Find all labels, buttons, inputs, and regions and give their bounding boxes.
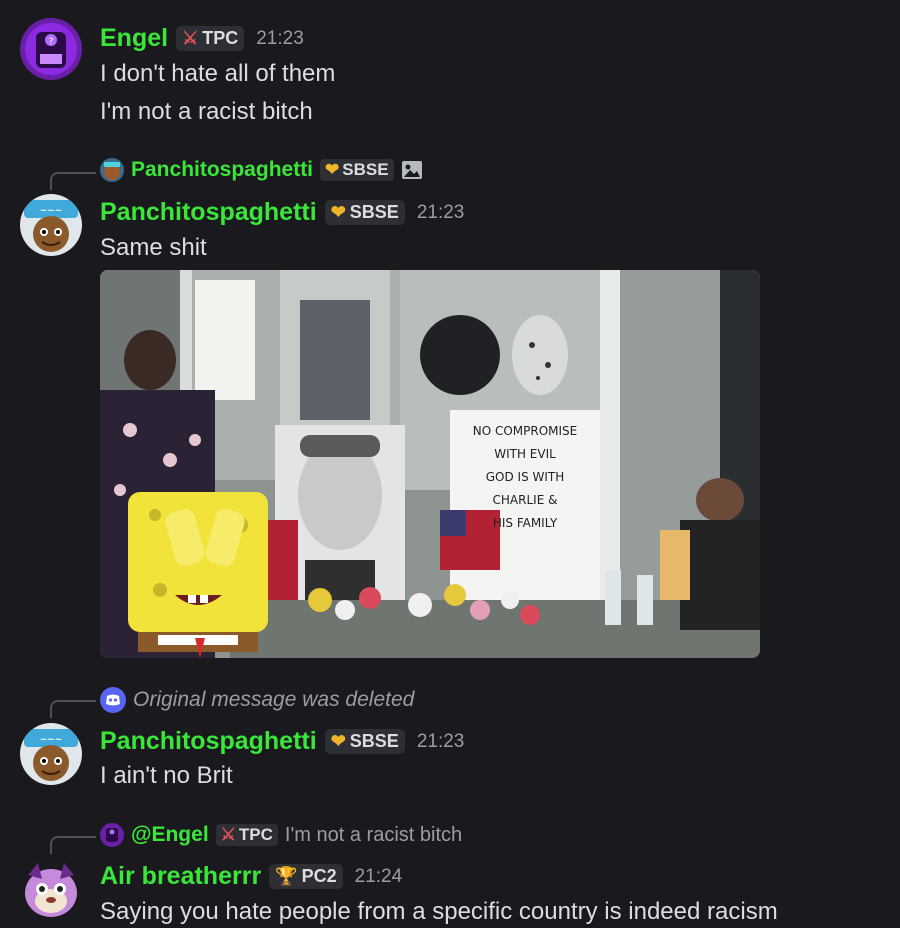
role-tag-label: TPC xyxy=(238,825,273,844)
role-tag-label: SBSE xyxy=(349,731,399,751)
message-header: Panchitospaghetti ❤ SBSE 21:23 xyxy=(100,198,464,227)
timestamp: 21:24 xyxy=(354,865,403,887)
role-tag[interactable]: ⚔ TPC xyxy=(176,26,245,51)
message-line: Saying you hate people from a specific c… xyxy=(100,898,778,925)
message-line: I'm not a racist bitch xyxy=(100,98,313,125)
reply-spine xyxy=(50,700,96,718)
heart-icon: ❤ xyxy=(325,160,340,179)
role-tag-label: SBSE xyxy=(342,160,389,179)
reply-username: Panchitospaghetti xyxy=(131,158,314,181)
heart-icon: ❤ xyxy=(330,202,346,222)
reply-spine xyxy=(50,836,96,854)
role-tag-label: TPC xyxy=(202,28,239,48)
role-tag-label: SBSE xyxy=(349,202,399,222)
sign-line: GOD IS WITH xyxy=(485,470,565,484)
avatar[interactable] xyxy=(20,857,82,919)
role-tag: ⚔ TPC xyxy=(215,824,278,846)
reply-preview[interactable]: Original message was deleted xyxy=(100,687,414,713)
timestamp: 21:23 xyxy=(256,27,304,49)
sword-icon: ⚔ xyxy=(220,825,236,844)
deleted-notice: Original message was deleted xyxy=(133,688,415,711)
role-tag-label: PC2 xyxy=(301,866,337,886)
discord-icon xyxy=(100,687,126,713)
role-tag[interactable]: 🏆 PC2 xyxy=(269,864,343,889)
avatar xyxy=(100,158,124,182)
timestamp: 21:23 xyxy=(416,730,465,752)
reply-preview[interactable]: Panchitospaghetti ❤ SBSE xyxy=(100,158,423,182)
sign-line: CHARLIE & xyxy=(492,493,558,507)
role-tag: ❤ SBSE xyxy=(320,159,394,181)
heart-icon: ❤ xyxy=(330,731,346,751)
reply-username: @Engel xyxy=(131,823,209,846)
reply-text: I'm not a racist bitch xyxy=(284,823,463,846)
avatar xyxy=(100,823,124,847)
message-line: I ain't no Brit xyxy=(100,762,233,789)
username[interactable]: Panchitospaghetti xyxy=(100,727,317,756)
sign-text: NO COMPROMISE WITH EVIL GOD IS WITH CHAR… xyxy=(455,420,595,535)
username[interactable]: Air breatherrr xyxy=(100,862,261,891)
avatar[interactable]: ~~~ xyxy=(20,194,82,256)
svg-text:?: ? xyxy=(49,37,54,47)
sign-line: HIS FAMILY xyxy=(492,516,558,530)
message-header: Air breatherrr 🏆 PC2 21:24 xyxy=(100,862,402,891)
image-icon xyxy=(401,160,423,180)
message-line: I don't hate all of them xyxy=(100,60,336,87)
sword-icon: ⚔ xyxy=(182,28,199,48)
reply-preview[interactable]: @Engel ⚔ TPC I'm not a racist bitch xyxy=(100,823,462,847)
trophy-icon: 🏆 xyxy=(275,866,298,886)
username[interactable]: Panchitospaghetti xyxy=(100,198,317,227)
sign-line: NO COMPROMISE xyxy=(472,424,578,438)
role-tag[interactable]: ❤ SBSE xyxy=(324,729,405,754)
attached-image[interactable]: NO COMPROMISE WITH EVIL GOD IS WITH CHAR… xyxy=(100,270,760,658)
message-header: Engel ⚔ TPC 21:23 xyxy=(100,24,304,53)
timestamp: 21:23 xyxy=(416,201,465,223)
svg-text:~~~: ~~~ xyxy=(40,206,63,216)
reply-spine xyxy=(50,172,96,190)
svg-text:~~~: ~~~ xyxy=(40,735,63,745)
message-header: Panchitospaghetti ❤ SBSE 21:23 xyxy=(100,727,464,756)
role-tag[interactable]: ❤ SBSE xyxy=(324,200,405,225)
avatar[interactable]: ~~~ xyxy=(20,723,82,785)
message-line: Same shit xyxy=(100,234,207,261)
sign-line: WITH EVIL xyxy=(494,447,556,461)
avatar[interactable]: ? xyxy=(20,18,82,80)
username[interactable]: Engel xyxy=(100,24,168,53)
